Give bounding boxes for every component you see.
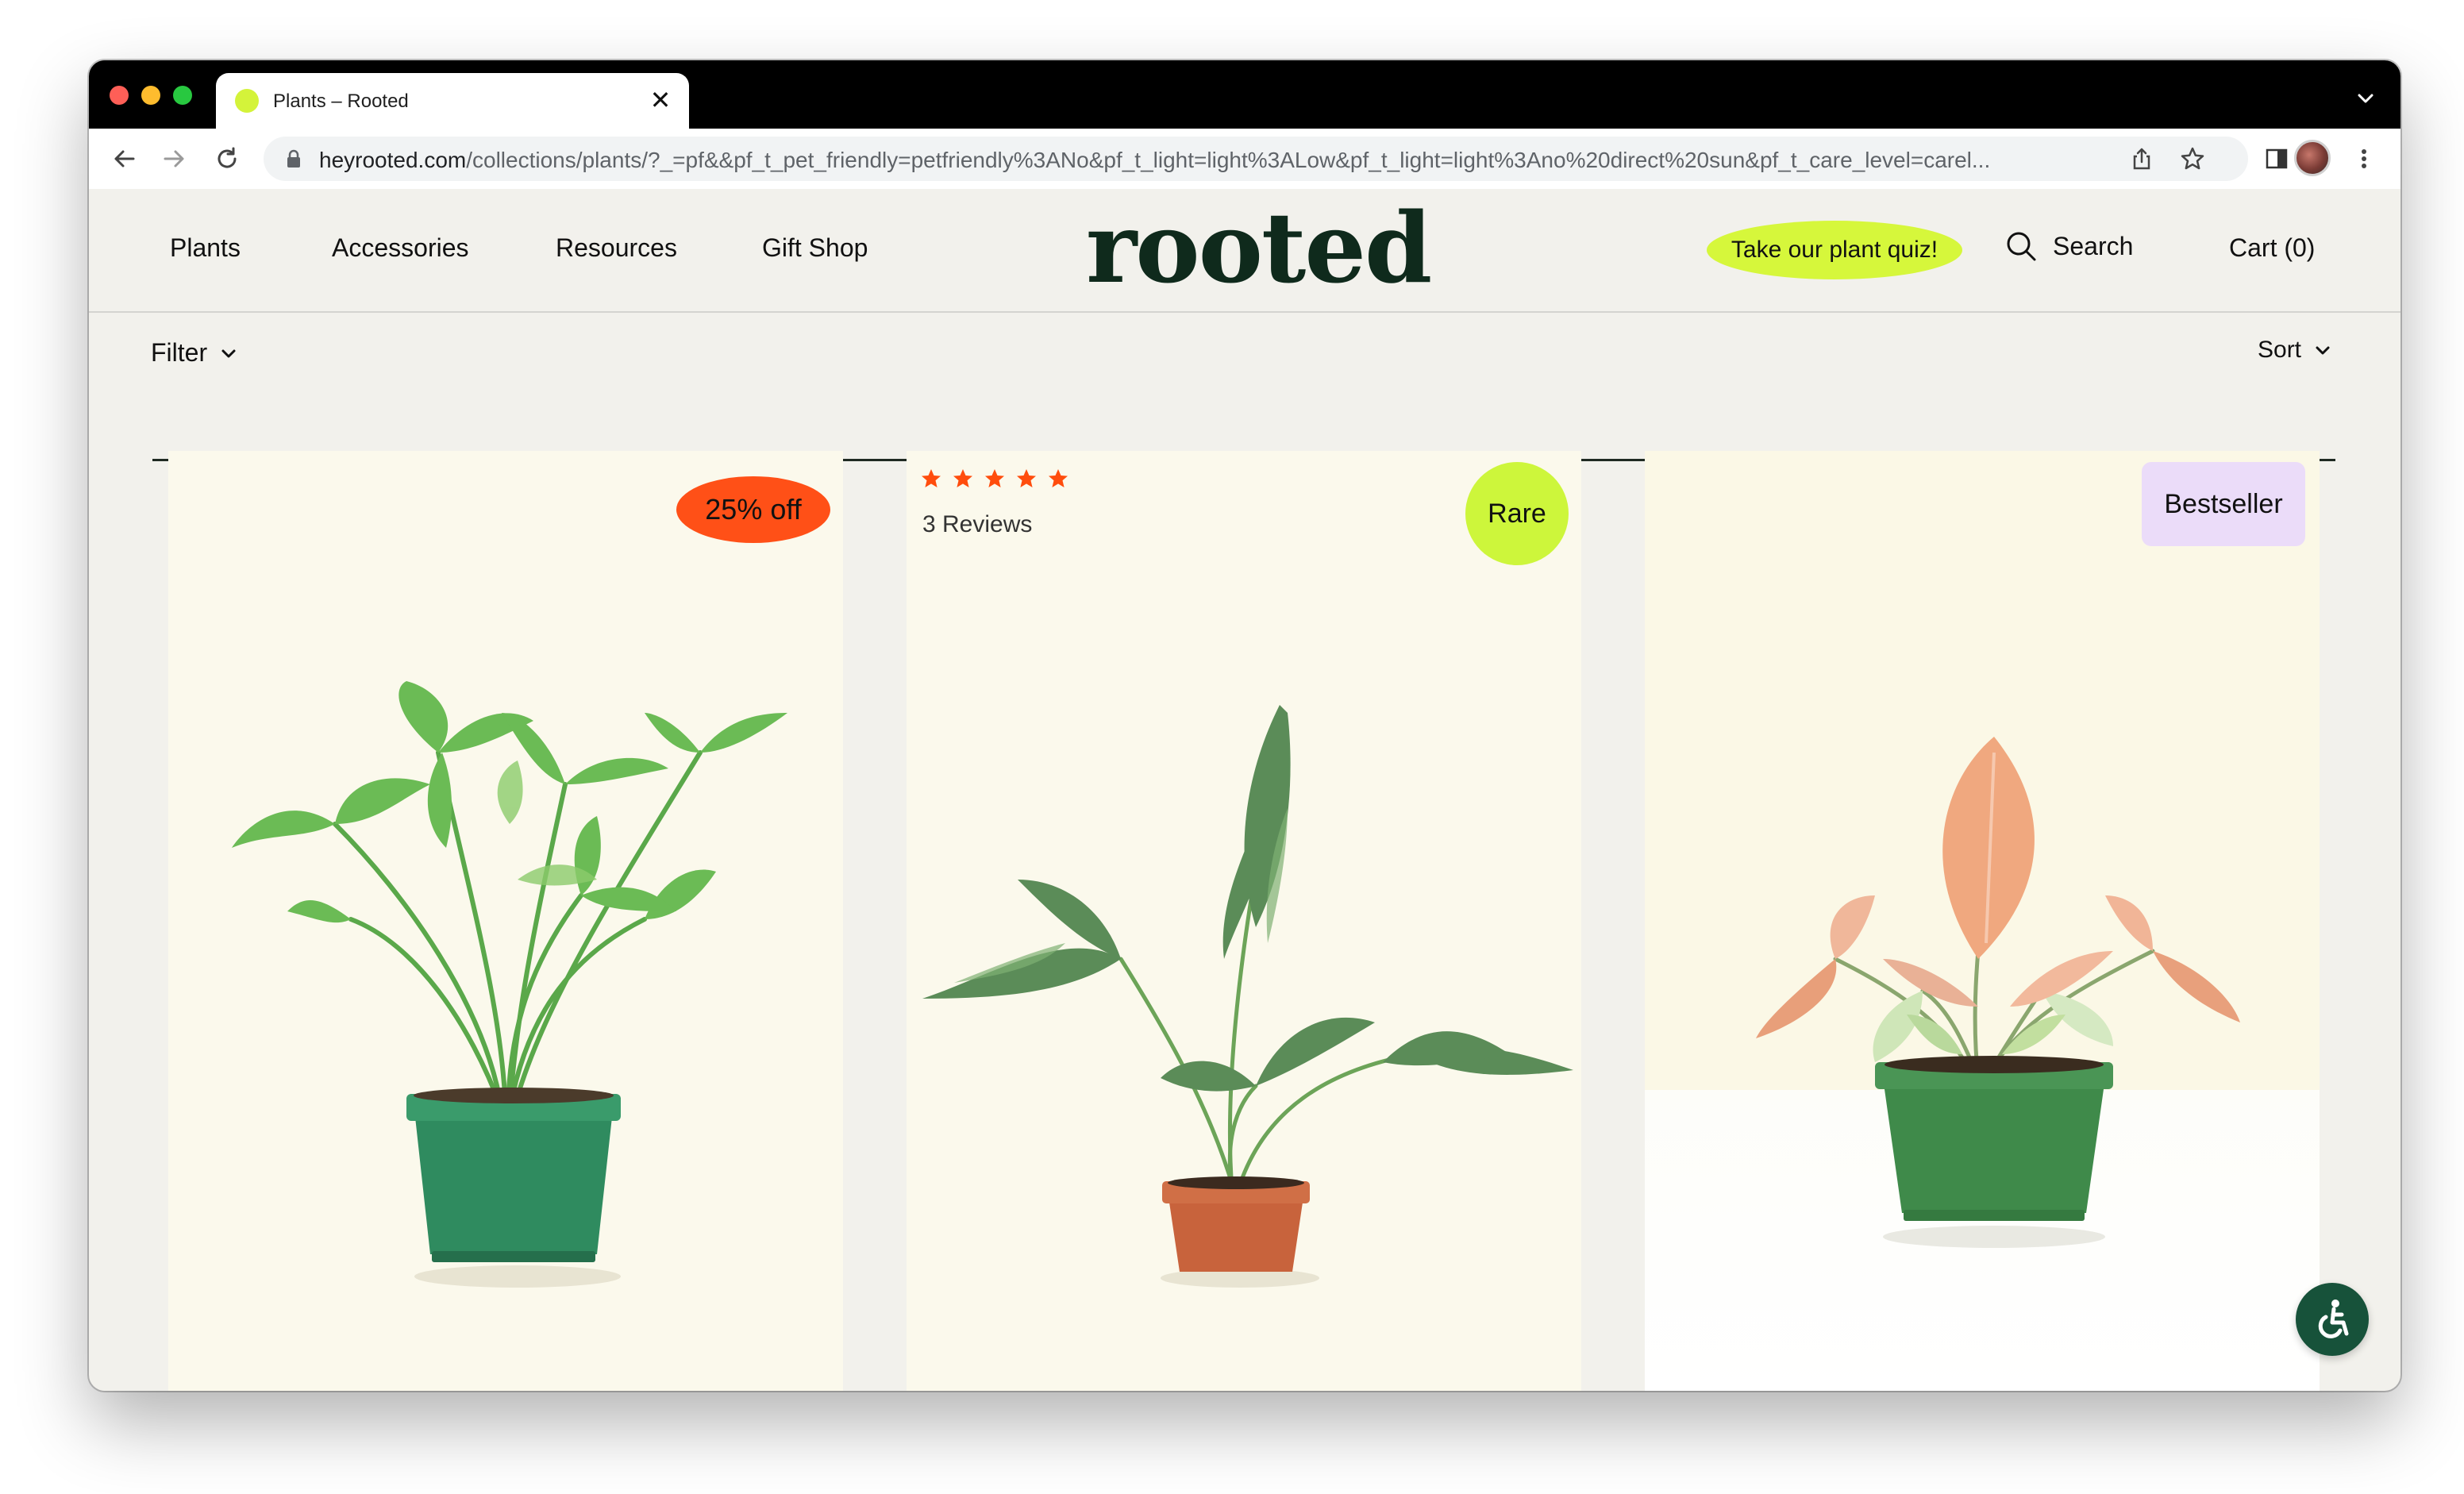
nav-gift-shop[interactable]: Gift Shop <box>762 233 868 263</box>
filter-label: Filter <box>151 338 208 367</box>
tab-search-button[interactable] <box>2350 83 2381 114</box>
reload-button[interactable] <box>208 140 246 178</box>
review-count[interactable]: 3 Reviews <box>922 511 1032 538</box>
nav-plants[interactable]: Plants <box>170 233 241 263</box>
bestseller-badge: Bestseller <box>2142 462 2305 546</box>
nav-accessories[interactable]: Accessories <box>332 233 469 263</box>
tab-title: Plants – Rooted <box>273 90 409 112</box>
product-image[interactable] <box>1645 451 2320 1391</box>
reload-icon <box>218 147 237 168</box>
sidebar-button[interactable] <box>2258 140 2296 178</box>
rare-badge: Rare <box>1465 462 1569 565</box>
sort-label: Sort <box>2258 337 2302 363</box>
sale-badge: 25% off <box>676 476 830 543</box>
browser-toolbar: heyrooted.com/collections/plants/?_=pf&&… <box>89 129 2400 191</box>
browser-window: Plants – Rooted ✕ + heyrooted.com/collec… <box>89 60 2400 1391</box>
sort-button[interactable]: Sort <box>2258 337 2333 364</box>
search-icon <box>2007 232 2036 261</box>
chevron-down-icon <box>2358 94 2374 103</box>
chevron-down-icon <box>2316 346 2330 355</box>
lock-icon <box>287 149 300 167</box>
filter-bar: Filter Sort <box>89 311 2400 462</box>
url-path: /collections/plants/?_=pf&&pf_t_pet_frie… <box>466 148 1991 172</box>
product-image[interactable] <box>907 451 1581 1391</box>
url-host: heyrooted.com <box>319 148 467 172</box>
search-button[interactable]: Search <box>2004 229 2133 264</box>
nav-resources[interactable]: Resources <box>556 233 677 263</box>
tab-strip: Plants – Rooted ✕ + <box>89 60 2400 129</box>
site-header: Plants Accessories Resources Gift Shop r… <box>89 189 2400 313</box>
share-icon[interactable] <box>2129 146 2154 171</box>
close-window-button[interactable] <box>110 86 129 105</box>
site-logo[interactable]: rooted <box>1086 192 1432 303</box>
favicon-icon <box>235 89 259 113</box>
new-tab-button[interactable]: + <box>614 79 654 119</box>
product-card[interactable]: 25% off <box>168 451 843 1391</box>
back-arrow-icon <box>114 150 135 167</box>
minimize-window-button[interactable] <box>141 86 160 105</box>
filter-button[interactable]: Filter <box>151 338 239 368</box>
back-button[interactable] <box>105 140 143 178</box>
url-text[interactable]: heyrooted.com/collections/plants/?_=pf&&… <box>319 148 2121 173</box>
forward-arrow-icon <box>164 150 184 167</box>
profile-avatar[interactable] <box>2294 140 2331 176</box>
forward-button[interactable] <box>156 140 194 178</box>
kebab-menu-icon <box>2362 149 2366 168</box>
browser-menu-button[interactable] <box>2345 140 2383 178</box>
accessibility-icon <box>2318 1300 2349 1338</box>
address-bar[interactable]: heyrooted.com/collections/plants/?_=pf&&… <box>264 137 2248 181</box>
product-card[interactable]: 3 Reviews Rare <box>907 451 1581 1391</box>
sidebar-icon <box>2266 148 2288 169</box>
star-icon[interactable] <box>2180 146 2205 171</box>
star-icon <box>985 469 1004 487</box>
star-icon <box>1017 469 1036 487</box>
star-icon <box>1049 469 1068 487</box>
zoom-window-button[interactable] <box>173 86 192 105</box>
search-label: Search <box>2053 231 2134 260</box>
chevron-down-icon <box>221 349 236 357</box>
rating-stars <box>921 468 1068 489</box>
star-icon <box>922 469 941 487</box>
accessibility-button[interactable] <box>2296 1283 2369 1356</box>
product-image[interactable] <box>168 451 843 1391</box>
cart-link[interactable]: Cart (0) <box>2229 233 2315 263</box>
product-card[interactable]: Bestseller <box>1645 451 2320 1391</box>
star-icon <box>953 469 972 487</box>
plant-quiz-button[interactable]: Take our plant quiz! <box>1707 221 1962 279</box>
